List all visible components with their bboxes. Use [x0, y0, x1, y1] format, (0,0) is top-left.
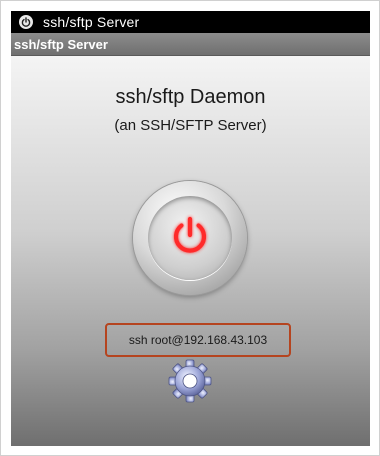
- gear-icon: [167, 359, 213, 408]
- power-icon: [19, 15, 33, 29]
- connection-string: ssh root@192.168.43.103: [128, 333, 268, 347]
- power-toggle-button[interactable]: [133, 181, 247, 295]
- connection-address: ssh root@192.168.43.103: [105, 323, 291, 357]
- device-screen: ssh/sftp Server ssh/sftp Server ssh/sftp…: [11, 11, 370, 446]
- settings-button[interactable]: [167, 358, 213, 404]
- action-bar: ssh/sftp Server: [11, 33, 370, 56]
- page-title: ssh/sftp Daemon: [115, 86, 266, 108]
- window-titlebar: ssh/sftp Server: [11, 11, 370, 33]
- power-button-face: [148, 196, 232, 280]
- screenshot-frame: ssh/sftp Server ssh/sftp Server ssh/sftp…: [0, 0, 380, 456]
- power-icon: [168, 214, 212, 263]
- page-subtitle: (an SSH/SFTP Server): [114, 117, 267, 134]
- window-title: ssh/sftp Server: [43, 14, 140, 30]
- main-content: ssh/sftp Daemon (an SSH/SFTP Server) ssh…: [11, 56, 370, 446]
- action-bar-title: ssh/sftp Server: [14, 36, 108, 52]
